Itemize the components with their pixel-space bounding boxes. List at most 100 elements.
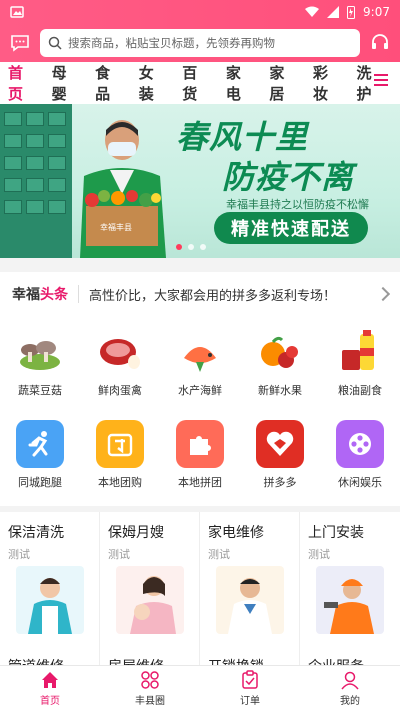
- service-label: 本地拼团: [178, 476, 222, 489]
- gallery-notification-icon: [10, 6, 24, 18]
- technician-image: [216, 566, 284, 634]
- service-entertainment[interactable]: 休闲娱乐: [320, 408, 400, 500]
- tab-makeup[interactable]: 彩妆: [313, 62, 339, 104]
- service-subtitle: 测试: [308, 548, 330, 561]
- profile-icon: [341, 671, 359, 690]
- delivery-worker-image: 幸福丰县: [80, 120, 166, 258]
- category-label: 鲜肉蛋禽: [98, 384, 142, 397]
- category-label: 水产海鲜: [178, 384, 222, 397]
- service-title: 保姆月嫂: [108, 525, 164, 541]
- service-subtitle: 测试: [108, 548, 130, 561]
- banner-pagination: [176, 244, 206, 250]
- home-icon: [42, 672, 58, 688]
- nav-home[interactable]: 首页: [0, 666, 100, 711]
- service-card-nanny[interactable]: 保姆月嫂 测试 房屋维修: [100, 512, 200, 675]
- fruit-icon: [256, 328, 304, 376]
- category-seafood[interactable]: 水产海鲜: [160, 316, 240, 408]
- runner-icon: [16, 420, 64, 468]
- tab-womens-clothing[interactable]: 女装: [139, 62, 165, 104]
- nanny-image: [116, 566, 184, 634]
- clock-text: 9:07: [363, 5, 390, 19]
- service-label: 休闲娱乐: [338, 476, 382, 489]
- search-bar[interactable]: 搜索商品，粘贴宝贝标题，先领券再购物: [40, 29, 360, 57]
- category-label: 蔬菜豆菇: [18, 384, 62, 397]
- service-card-cleaning[interactable]: 保洁清洗 测试 管道维修: [0, 512, 100, 675]
- nav-profile[interactable]: 我的: [300, 666, 400, 711]
- service-local-group[interactable]: 本地拼团: [160, 408, 240, 500]
- box-label: 幸福丰县: [100, 222, 132, 232]
- category-vegetables[interactable]: 蔬菜豆菇: [0, 316, 80, 408]
- bottom-navigation: 首页 丰县圈 订单 我的: [0, 665, 400, 711]
- status-bar: 9:07: [0, 0, 400, 24]
- search-icon: [48, 36, 62, 50]
- category-fruit[interactable]: 新鲜水果: [240, 316, 320, 408]
- headline-brand: 幸福头条: [12, 284, 68, 304]
- delivery-cabinet-image: [0, 104, 72, 258]
- header: 9:07 搜索商品，粘贴宝贝标题，先领券再购物: [0, 0, 400, 62]
- category-menu-icon[interactable]: [374, 74, 388, 88]
- tab-general-goods[interactable]: 百货: [182, 62, 208, 104]
- service-subtitle: 测试: [8, 548, 30, 561]
- message-icon[interactable]: [8, 31, 32, 55]
- installer-image: [316, 566, 384, 634]
- puzzle-icon: [176, 420, 224, 468]
- tab-appliances[interactable]: 家电: [226, 62, 252, 104]
- nav-label: 丰县圈: [135, 696, 165, 707]
- service-title: 家电维修: [208, 525, 264, 541]
- banner-pill-label: 精准快速配送: [214, 212, 368, 244]
- service-label: 同城跑腿: [18, 476, 62, 489]
- tab-food[interactable]: 食品: [95, 62, 121, 104]
- banner-subtitle: 幸福丰县持之以恒防疫不松懈: [226, 198, 369, 211]
- banner-dot[interactable]: [188, 244, 194, 250]
- tab-home-goods[interactable]: 家居: [269, 62, 295, 104]
- service-errand[interactable]: 同城跑腿: [0, 408, 80, 500]
- nav-county-circle[interactable]: 丰县圈: [100, 666, 200, 711]
- service-card-installation[interactable]: 上门安装 测试 企业服务: [300, 512, 400, 675]
- order-icon: [242, 670, 258, 689]
- headline-strip[interactable]: 幸福头条 高性价比，大家都会用的拼多多返利专场！: [0, 272, 400, 316]
- signal-icon: [327, 6, 340, 18]
- service-group-buy[interactable]: 本地团购: [80, 408, 160, 500]
- service-title: 保洁清洗: [8, 525, 64, 541]
- banner-title-line2: 防疫不离: [222, 158, 355, 196]
- grain-oil-icon: [336, 328, 384, 376]
- banner-dot[interactable]: [200, 244, 206, 250]
- film-reel-icon: [336, 420, 384, 468]
- mushroom-icon: [16, 328, 64, 376]
- nav-label: 订单: [240, 696, 260, 707]
- nav-label: 首页: [40, 696, 60, 707]
- circle-icon: [141, 671, 159, 689]
- meat-icon: [96, 328, 144, 376]
- chevron-right-icon: [375, 286, 391, 302]
- cleaner-image: [16, 566, 84, 634]
- tab-home[interactable]: 首页: [8, 62, 34, 112]
- service-card-appliance-repair[interactable]: 家电维修 测试 开锁换锁: [200, 512, 300, 675]
- seafood-icon: [176, 328, 224, 376]
- category-label: 粮油副食: [338, 384, 382, 397]
- nav-label: 我的: [340, 696, 360, 707]
- battery-icon: [347, 6, 356, 19]
- category-grain-oil[interactable]: 粮油副食: [320, 316, 400, 408]
- search-placeholder: 搜索商品，粘贴宝贝标题，先领券再购物: [68, 36, 275, 50]
- group-buy-icon: [96, 420, 144, 468]
- headline-brand-part2: 头条: [40, 287, 68, 303]
- headline-brand-part1: 幸福: [12, 287, 40, 303]
- pinduoduo-icon: [256, 420, 304, 468]
- service-label: 拼多多: [263, 476, 297, 489]
- tab-maternal[interactable]: 母婴: [52, 62, 78, 104]
- service-pinduoduo[interactable]: 拼多多: [240, 408, 320, 500]
- category-grid: 蔬菜豆菇 鲜肉蛋禽 水产海鲜 新鲜水果 粮油副食 同城跑腿 本地团购 本地拼团 …: [0, 316, 400, 506]
- banner-dot[interactable]: [176, 244, 182, 250]
- home-services: 保洁清洗 测试 管道维修 保姆月嫂 测试 房屋维修 家电维修 测试 开锁换锁 上…: [0, 512, 400, 675]
- promo-banner[interactable]: 幸福丰县 春风十里 防疫不离 幸福丰县持之以恒防疫不松懈 精准快速配送: [0, 104, 400, 258]
- customer-service-icon[interactable]: [368, 31, 392, 55]
- service-title: 上门安装: [308, 525, 364, 541]
- service-subtitle: 测试: [208, 548, 230, 561]
- service-label: 本地团购: [98, 476, 142, 489]
- category-label: 新鲜水果: [258, 384, 302, 397]
- divider: [78, 285, 79, 303]
- nav-orders[interactable]: 订单: [200, 666, 300, 711]
- category-tabs: 首页 母婴 食品 女装 百货 家电 家居 彩妆 洗护: [0, 62, 400, 112]
- category-meat-eggs[interactable]: 鲜肉蛋禽: [80, 316, 160, 408]
- wifi-icon: [305, 6, 320, 17]
